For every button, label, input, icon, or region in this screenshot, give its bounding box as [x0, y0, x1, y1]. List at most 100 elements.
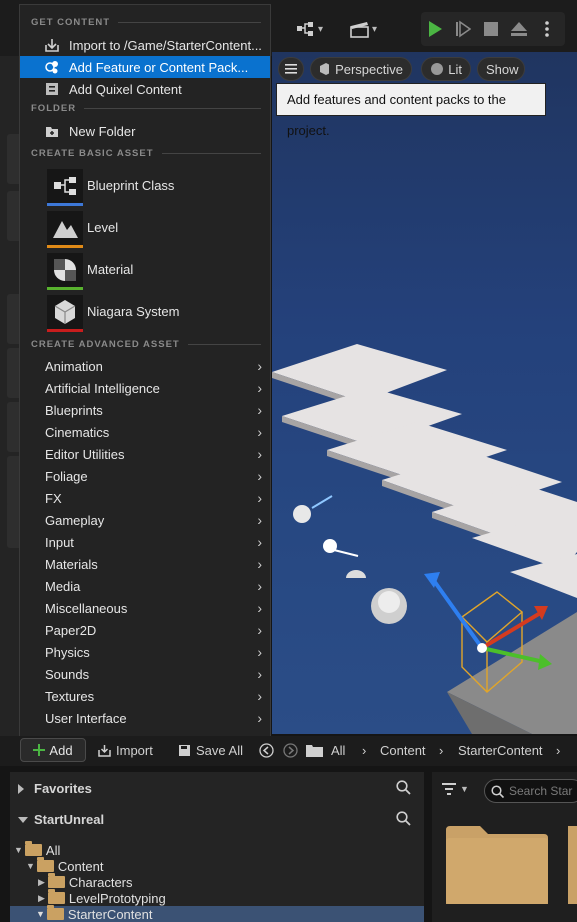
blueprint-class-label: Blueprint Class	[87, 178, 175, 193]
stop-icon[interactable]	[477, 12, 505, 46]
search-placeholder: Search Star	[509, 784, 573, 798]
breadcrumb-starter-content[interactable]: StarterContent	[458, 743, 543, 758]
advanced-category-item[interactable]: Input ›	[20, 532, 270, 554]
play-icon[interactable]	[421, 12, 449, 46]
tree-item-all[interactable]: ▼ All	[14, 841, 60, 858]
blueprint-dropdown[interactable]: ▾	[296, 12, 323, 46]
add-feature-menu-item[interactable]: Add Feature or Content Pack...	[20, 56, 270, 78]
back-icon[interactable]	[259, 743, 274, 758]
chevron-right-icon: ›	[257, 402, 262, 418]
advanced-category-label: Cinematics	[45, 425, 110, 440]
chevron-right-icon: ›	[257, 600, 262, 616]
step-icon[interactable]	[449, 12, 477, 46]
section-advanced-asset: CREATE ADVANCED ASSET	[31, 339, 261, 350]
level-icon	[47, 211, 83, 245]
folder-icon	[46, 905, 64, 920]
advanced-category-item[interactable]: FX ›	[20, 488, 270, 510]
advanced-category-item[interactable]: Miscellaneous ›	[20, 598, 270, 620]
advanced-category-item[interactable]: Blueprints ›	[20, 400, 270, 422]
collapse-arrow-icon: ▼	[14, 845, 23, 855]
advanced-category-item[interactable]: Cinematics ›	[20, 422, 270, 444]
forward-icon[interactable]	[283, 743, 298, 758]
chevron-right-icon: ›	[257, 688, 262, 704]
folder-icon	[47, 873, 65, 888]
chevron-right-icon: ›	[257, 424, 262, 440]
tree-label-characters: Characters	[68, 874, 133, 890]
filter-button[interactable]: ▼	[442, 783, 469, 795]
blueprint-icon	[47, 169, 83, 203]
folder-icon	[306, 745, 323, 757]
favorites-label: Favorites	[34, 781, 92, 796]
chevron-right-icon: ›	[257, 380, 262, 396]
cinematics-dropdown[interactable]: ▾	[350, 12, 377, 46]
cinematics-icon	[350, 20, 369, 38]
project-header[interactable]: StartUnreal	[10, 805, 424, 833]
advanced-category-label: Gameplay	[45, 513, 105, 528]
tree-item-starter-content[interactable]: ▼ StarterContent	[10, 905, 424, 922]
breadcrumb-content[interactable]: Content	[380, 743, 426, 758]
content-browser: Favorites StartUnreal ▼ All ▼ Content ▶ …	[0, 766, 577, 922]
collapse-arrow-icon: ▼	[26, 861, 35, 871]
advanced-category-item[interactable]: Gameplay ›	[20, 510, 270, 532]
import-menu-item[interactable]: Import to /Game/StarterContent...	[20, 34, 270, 56]
advanced-category-item[interactable]: Physics ›	[20, 642, 270, 664]
expand-arrow-icon	[18, 784, 24, 794]
scene-render	[272, 344, 577, 734]
asset-search-input[interactable]: Search Star	[484, 779, 577, 803]
niagara-system-item[interactable]: Niagara System	[20, 293, 270, 333]
search-icon[interactable]	[396, 780, 411, 795]
folder-icon	[36, 857, 54, 872]
advanced-category-label: Artificial Intelligence	[45, 381, 160, 396]
advanced-category-item[interactable]: Media ›	[20, 576, 270, 598]
folder-icon[interactable]	[568, 824, 577, 904]
save-icon	[179, 745, 190, 756]
favorites-header[interactable]: Favorites	[10, 774, 424, 802]
asset-color-bar	[47, 203, 83, 206]
advanced-category-item[interactable]: Animation ›	[20, 356, 270, 378]
search-icon[interactable]	[396, 811, 411, 826]
folder-icon	[47, 889, 65, 904]
new-folder-menu-item[interactable]: New Folder	[20, 120, 270, 142]
advanced-category-item[interactable]: Materials ›	[20, 554, 270, 576]
level-viewport[interactable]: Perspective Lit Show	[272, 52, 577, 734]
import-button[interactable]: Import	[98, 743, 153, 758]
import-label: Import	[116, 743, 153, 758]
details-panel-edge	[0, 56, 20, 736]
level-item[interactable]: Level	[20, 209, 270, 249]
advanced-category-label: Foliage	[45, 469, 88, 484]
asset-color-bar	[47, 329, 83, 332]
blueprint-class-item[interactable]: Blueprint Class	[20, 167, 270, 207]
advanced-category-label: Physics	[45, 645, 90, 660]
play-controls	[421, 12, 565, 46]
new-folder-label: New Folder	[69, 123, 136, 139]
material-label: Material	[87, 262, 134, 277]
pack-icon	[45, 61, 58, 74]
add-quixel-menu-item[interactable]: Add Quixel Content	[20, 78, 270, 100]
advanced-category-item[interactable]: Artificial Intelligence ›	[20, 378, 270, 400]
add-button[interactable]: Add	[20, 738, 86, 762]
advanced-category-item[interactable]: Textures ›	[20, 686, 270, 708]
advanced-category-item[interactable]: Paper2D ›	[20, 620, 270, 642]
tree-item-characters[interactable]: ▶ Characters	[38, 873, 133, 890]
tree-item-content[interactable]: ▼ Content	[26, 857, 103, 874]
eject-icon[interactable]	[505, 12, 533, 46]
import-icon	[98, 745, 111, 757]
tree-item-level-prototyping[interactable]: ▶ LevelPrototyping	[38, 889, 166, 906]
advanced-category-item[interactable]: Editor Utilities ›	[20, 444, 270, 466]
advanced-category-item[interactable]: Foliage ›	[20, 466, 270, 488]
advanced-category-label: Sounds	[45, 667, 90, 682]
more-icon[interactable]	[533, 12, 561, 46]
content-browser-toolbar: Add Import Save All All › Content › Star…	[0, 736, 577, 766]
folder-icon[interactable]	[446, 824, 548, 904]
save-all-button[interactable]: Save All	[178, 743, 243, 758]
advanced-category-label: Animation	[45, 359, 103, 374]
advanced-category-item[interactable]: User Interface ›	[20, 708, 270, 730]
advanced-category-item[interactable]: Sounds ›	[20, 664, 270, 686]
new-folder-icon	[46, 127, 58, 137]
advanced-category-label: Editor Utilities	[45, 447, 125, 462]
material-item[interactable]: Material	[20, 251, 270, 291]
chevron-right-icon: ›	[257, 490, 262, 506]
breadcrumb-separator: ›	[362, 743, 367, 758]
blueprint-icon	[296, 20, 314, 38]
breadcrumb-all[interactable]: All	[331, 743, 345, 758]
